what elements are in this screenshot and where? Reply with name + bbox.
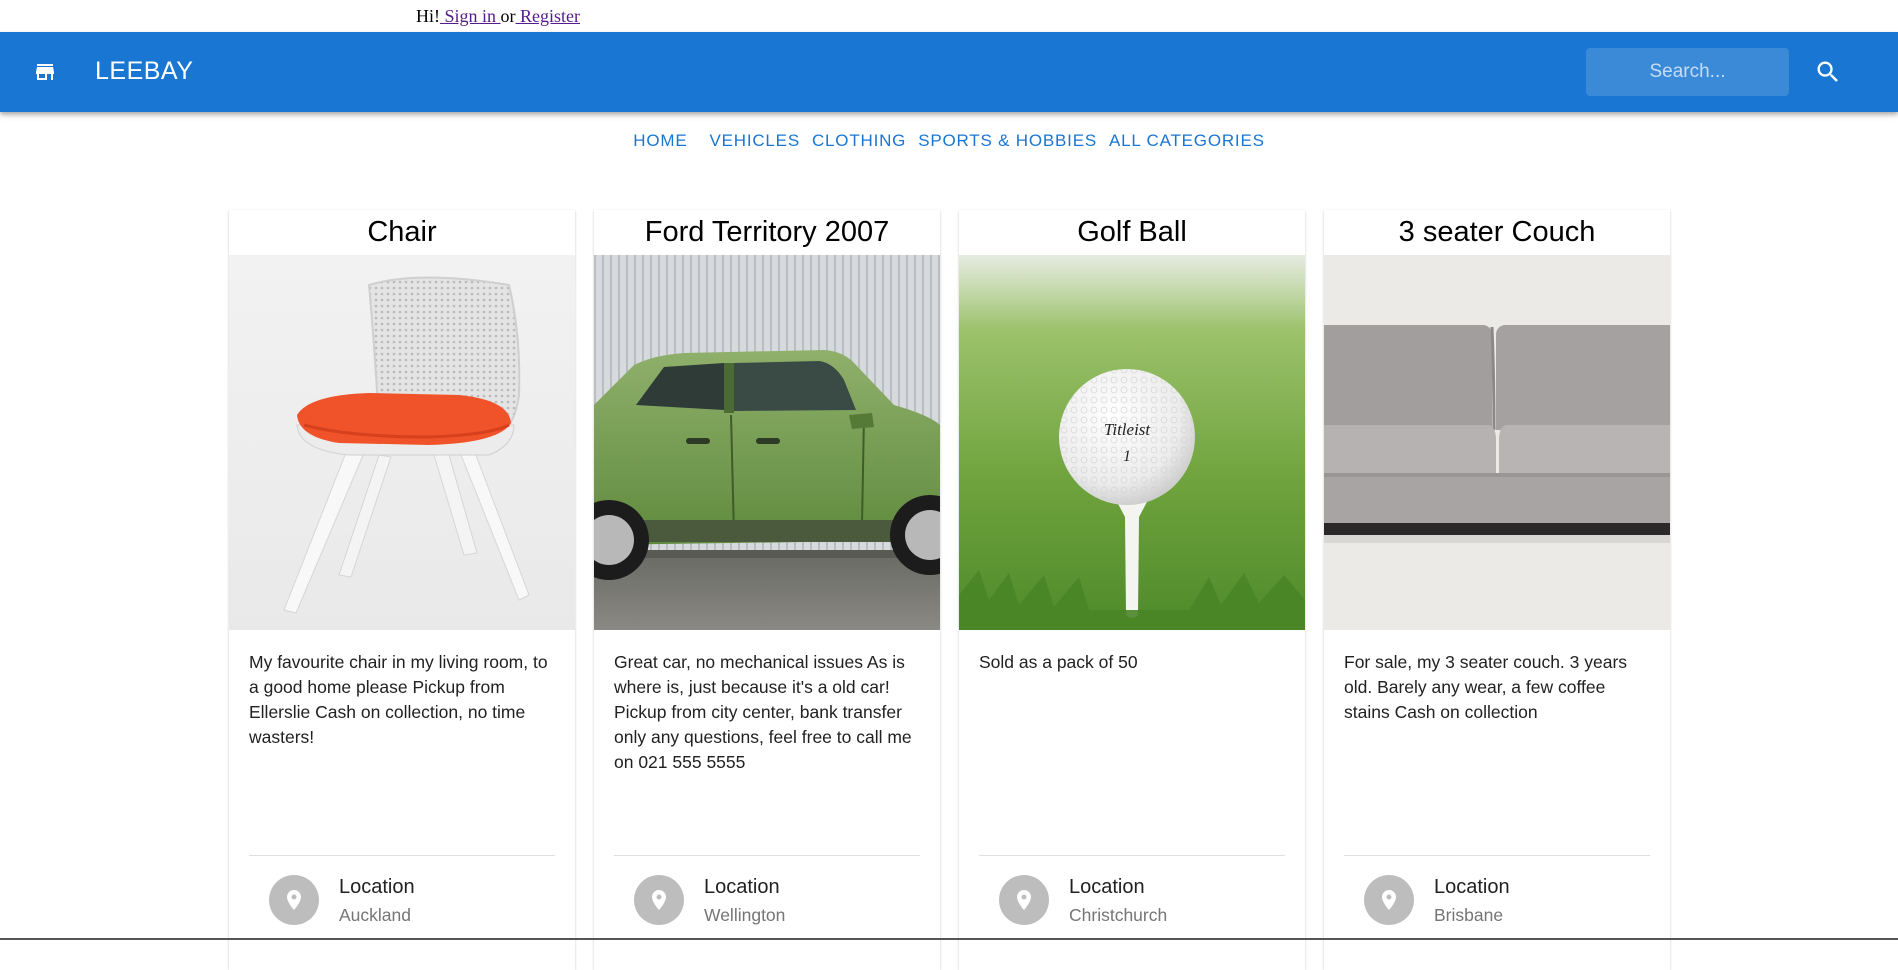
svg-text:Titleist: Titleist [1104, 420, 1152, 439]
listing-grid: Chair My favourite chair in my living ro… [229, 210, 1671, 970]
listing-description: Sold as a pack of 50 [979, 652, 1138, 672]
listing-image-golf-ball[interactable]: Titleist 1 [959, 255, 1305, 630]
nav-sports-hobbies[interactable]: SPORTS & HOBBIES [912, 131, 1103, 151]
card-divider [249, 855, 555, 856]
listing-card-chair[interactable]: Chair My favourite chair in my living ro… [229, 210, 575, 970]
card-divider [979, 855, 1285, 856]
listing-image-car[interactable] [594, 255, 940, 630]
search-icon[interactable] [1814, 58, 1842, 86]
search-input[interactable] [1586, 48, 1789, 96]
card-divider [614, 855, 920, 856]
listing-title[interactable]: Golf Ball [959, 210, 1305, 255]
listing-card-couch[interactable]: 3 seater Couch For sale, my 3 seater cou… [1324, 210, 1670, 970]
location-label: Location [339, 876, 415, 898]
location-pin-icon [1017, 890, 1031, 910]
location-label: Location [1069, 876, 1145, 898]
store-icon[interactable] [32, 60, 58, 84]
greeting-bar: Hi! Sign in or Register [416, 6, 580, 27]
location-avatar [999, 875, 1049, 925]
location-label: Location [1434, 876, 1510, 898]
greeting-text: Hi! [416, 6, 440, 26]
register-link[interactable]: Register [516, 6, 580, 26]
category-nav: HOME VEHICLES CLOTHING SPORTS & HOBBIES … [0, 131, 1898, 151]
nav-clothing[interactable]: CLOTHING [806, 131, 912, 151]
listing-description: Great car, no mechanical issues As is wh… [614, 652, 912, 772]
listing-description: My favourite chair in my living room, to… [249, 652, 548, 747]
listing-description: For sale, my 3 seater couch. 3 years old… [1344, 652, 1628, 722]
listing-image-chair[interactable] [229, 255, 575, 630]
location-avatar [634, 875, 684, 925]
location-value: Wellington [704, 905, 786, 925]
listing-title[interactable]: Ford Territory 2007 [594, 210, 940, 255]
location-pin-icon [652, 890, 666, 910]
listing-title[interactable]: 3 seater Couch [1324, 210, 1670, 255]
listing-card-golf-ball[interactable]: Golf Ball Titleist 1 Sold as a pack of 5… [959, 210, 1305, 970]
location-value: Brisbane [1434, 905, 1504, 925]
location-avatar [1364, 875, 1414, 925]
card-divider [1344, 855, 1650, 856]
location-value: Christchurch [1069, 905, 1168, 925]
listing-image-couch[interactable] [1324, 255, 1670, 630]
nav-home[interactable]: HOME [627, 131, 693, 151]
brand-title[interactable]: LEEBAY [95, 57, 193, 86]
nav-all-categories[interactable]: ALL CATEGORIES [1103, 131, 1271, 151]
location-pin-icon [1382, 890, 1396, 910]
location-avatar [269, 875, 319, 925]
listing-card-ford-territory[interactable]: Ford Territory 2007 Great car, no mechan… [594, 210, 940, 970]
location-label: Location [704, 876, 780, 898]
sign-in-link[interactable]: Sign in [440, 6, 501, 26]
listing-title[interactable]: Chair [229, 210, 575, 255]
svg-text:1: 1 [1123, 448, 1131, 465]
nav-vehicles[interactable]: VEHICLES [703, 131, 806, 151]
location-value: Auckland [339, 905, 411, 925]
app-bar: LEEBAY [0, 32, 1898, 112]
location-pin-icon [287, 890, 301, 910]
greeting-or: or [500, 6, 516, 26]
